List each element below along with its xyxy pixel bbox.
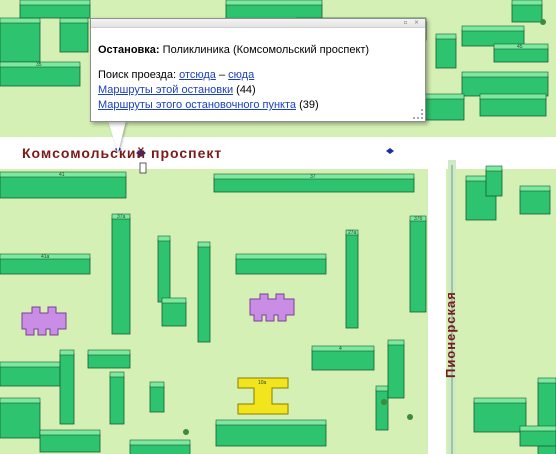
building-block <box>461 71 549 97</box>
point-routes-count: (39) <box>299 99 319 111</box>
popup-pointer <box>108 121 126 153</box>
building-block <box>485 165 503 197</box>
building-block <box>235 253 327 275</box>
stop-info-popup: ▫ × Остановка: Поликлиника (Комсомольски… <box>90 18 426 122</box>
building-block: 41 <box>0 171 127 199</box>
building-block <box>435 33 457 69</box>
building-block <box>59 349 75 425</box>
building-block: 37a <box>111 213 131 335</box>
building-block <box>157 235 171 303</box>
building-number: 41a <box>41 254 50 260</box>
building-block <box>197 241 211 343</box>
building-block <box>39 429 101 453</box>
building-number: 10а <box>258 380 267 386</box>
building-block <box>0 361 61 387</box>
building-block <box>129 439 191 454</box>
building-number: 35 <box>36 62 42 68</box>
building-block <box>0 397 41 439</box>
building-block: 45 <box>493 43 549 63</box>
building-block: 27a <box>345 229 359 329</box>
close-icon[interactable]: × <box>413 20 420 26</box>
building-block <box>149 381 165 413</box>
building-block <box>19 0 91 19</box>
building-block <box>511 0 543 23</box>
building-number: 37 <box>310 174 316 180</box>
building-block: 37 <box>213 173 415 193</box>
building-block <box>215 419 327 447</box>
school-building-1 <box>21 306 67 336</box>
building-block <box>479 93 547 117</box>
building-block <box>87 349 131 369</box>
building-block <box>519 425 556 447</box>
building-number: 45 <box>517 44 523 50</box>
building-number: 37a <box>117 214 126 220</box>
building-block <box>161 297 187 327</box>
building-number: 4 <box>339 346 342 352</box>
building-block: 37б <box>409 215 427 313</box>
building-block: 41a <box>0 253 91 275</box>
building-block <box>59 17 89 53</box>
stop-label: Остановка: <box>98 44 160 56</box>
street-label-pionerskaya: Пионерская <box>443 291 458 378</box>
stop-routes-count: (44) <box>236 84 256 96</box>
building-block <box>519 185 551 215</box>
building-block <box>109 371 125 425</box>
dash-separator: – <box>218 69 226 81</box>
building-number: 37б <box>414 216 423 222</box>
building-number: 41 <box>59 172 65 178</box>
resize-grip[interactable] <box>413 109 423 119</box>
stop-routes-link[interactable]: Маршруты этой остановки <box>98 84 233 96</box>
highlighted-building[interactable]: 10а <box>237 377 289 415</box>
point-routes-link[interactable]: Маршруты этого остановочного пункта <box>98 99 296 111</box>
building-block <box>461 25 525 47</box>
stop-name: Поликлиника (Комсомольский проспект) <box>162 44 370 56</box>
building-block: 35 <box>0 61 81 87</box>
route-to-here-link[interactable]: сюда <box>228 69 254 81</box>
building-block <box>0 17 41 63</box>
building-block <box>375 385 389 431</box>
minimize-icon[interactable]: ▫ <box>402 20 409 26</box>
search-label: Поиск проезда: <box>98 69 176 81</box>
building-block <box>473 397 527 433</box>
building-block: 4 <box>311 345 375 371</box>
route-from-here-link[interactable]: отсюда <box>179 69 216 81</box>
building-block <box>387 339 405 399</box>
school-building-2 <box>249 293 295 322</box>
popup-titlebar[interactable] <box>91 19 425 28</box>
building-number: 27a <box>348 230 357 236</box>
